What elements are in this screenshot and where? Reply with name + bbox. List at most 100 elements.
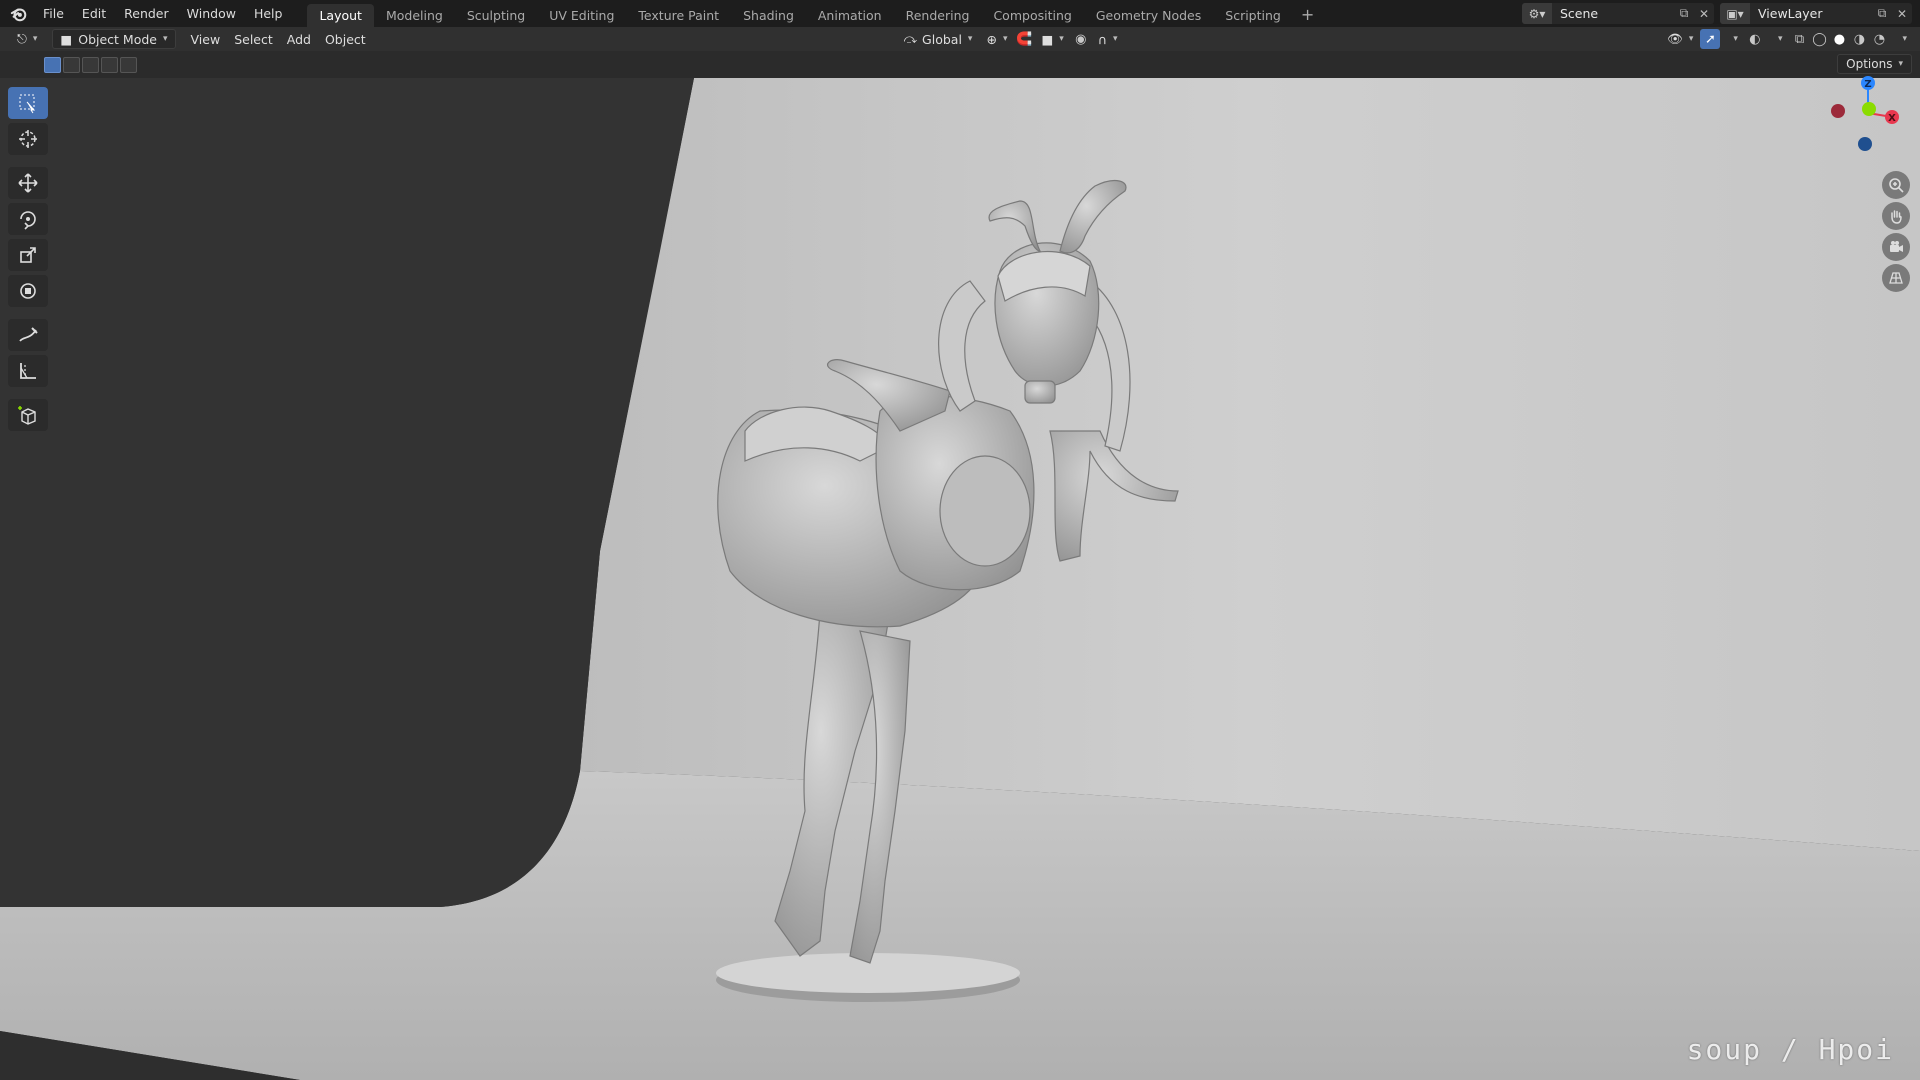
blender-logo-icon[interactable] [10, 5, 28, 23]
visibility-dropdown[interactable]: 👁 ▾ [1660, 29, 1700, 49]
menu-help[interactable]: Help [245, 4, 292, 23]
y-axis-handle[interactable] [1862, 102, 1876, 116]
select-mode-group [44, 57, 137, 73]
x-axis-label: X [1888, 113, 1896, 124]
scale-tool[interactable] [8, 239, 48, 271]
add-cube-icon [18, 406, 36, 425]
proportional-edit-icon[interactable]: ◉ [1071, 29, 1091, 49]
scene-icon[interactable]: ⚙▾ [1522, 3, 1552, 24]
measure-icon [20, 363, 36, 379]
snap-dropdown[interactable]: ■ ▾ [1034, 29, 1070, 49]
mode-dropdown[interactable]: ■ Object Mode ▾ [52, 29, 176, 49]
orientation-icon: ⤼ [903, 31, 918, 46]
navigation-gizmo[interactable]: Z X [1828, 71, 1908, 151]
overlay-dropdown[interactable]: ▾ [1765, 29, 1790, 49]
close-scene-icon[interactable]: ✕ [1694, 7, 1714, 21]
tab-texture-paint[interactable]: Texture Paint [626, 4, 731, 27]
menu-edit[interactable]: Edit [73, 4, 115, 23]
tab-scripting[interactable]: Scripting [1213, 4, 1293, 27]
select-box-tool[interactable] [8, 87, 48, 119]
scene-render[interactable] [0, 51, 1920, 1080]
object-menu[interactable]: Object [318, 29, 373, 49]
tab-animation[interactable]: Animation [806, 4, 894, 27]
menu-file[interactable]: File [34, 4, 73, 23]
3d-viewport[interactable]: Options ▾ Z X soup / Hpoi [0, 51, 1920, 1080]
grid-icon [1889, 272, 1903, 284]
select-extend-icon[interactable] [63, 57, 80, 73]
move-icon [18, 173, 38, 193]
overlay-toggle-icon[interactable]: ◐ [1745, 29, 1765, 49]
tab-sculpting[interactable]: Sculpting [455, 4, 537, 27]
zoom-icon [1889, 178, 1904, 193]
menu-render[interactable]: Render [115, 4, 178, 23]
editor-type-button[interactable]: ⎋ ▾ [10, 29, 44, 49]
camera-view-button[interactable] [1882, 233, 1910, 261]
copy-scene-icon[interactable]: ⧉ [1674, 6, 1694, 21]
options-label: Options [1846, 57, 1893, 71]
gizmo-toggle-icon[interactable]: ➚ [1700, 29, 1721, 49]
zoom-button[interactable] [1882, 171, 1910, 199]
neg-z-axis-handle[interactable] [1858, 137, 1872, 151]
select-invert-icon[interactable] [101, 57, 118, 73]
perspective-toggle-button[interactable] [1882, 264, 1910, 292]
orientation-label: Global [922, 31, 962, 47]
tab-rendering[interactable]: Rendering [894, 4, 982, 27]
material-shading-icon[interactable]: ◑ [1849, 29, 1869, 49]
tab-layout[interactable]: Layout [307, 4, 374, 27]
viewport-header: ⎋ ▾ ■ Object Mode ▾ View Select Add Object… [0, 27, 1920, 51]
measure-tool[interactable] [8, 355, 48, 387]
select-intersect-icon[interactable] [120, 57, 137, 73]
wireframe-shading-icon[interactable]: ◯ [1809, 29, 1829, 49]
pan-button[interactable] [1882, 202, 1910, 230]
xray-toggle-icon[interactable]: ⧉ [1789, 29, 1809, 49]
annotate-tool[interactable] [8, 319, 48, 351]
transform-icon [20, 283, 36, 299]
object-mode-icon: ■ [60, 31, 73, 47]
pivot-dropdown[interactable]: ⊕ ▾ [979, 29, 1014, 49]
scale-icon [20, 247, 36, 263]
scene-selector[interactable]: ⚙▾ Scene ⧉ ✕ [1522, 3, 1714, 24]
top-bar: File Edit Render Window Help Layout Mode… [0, 0, 1920, 27]
shading-dropdown[interactable]: ▾ [1889, 29, 1914, 49]
snap-toggle-icon[interactable]: 🧲 [1014, 29, 1034, 49]
tab-geometry-nodes[interactable]: Geometry Nodes [1084, 4, 1213, 27]
workspace-tabs: Layout Modeling Sculpting UV Editing Tex… [307, 0, 1322, 27]
view-layer-selector[interactable]: ▣▾ ViewLayer ⧉ ✕ [1720, 3, 1912, 24]
view-layer-icon[interactable]: ▣▾ [1720, 3, 1750, 24]
tab-uv-editing[interactable]: UV Editing [537, 4, 626, 27]
snap-target-icon: ■ [1041, 31, 1054, 47]
eye-icon: 👁 [1667, 31, 1683, 46]
tool-shelf [8, 87, 50, 431]
add-workspace-icon[interactable]: + [1293, 5, 1322, 24]
select-menu[interactable]: Select [227, 29, 280, 49]
mode-label: Object Mode [78, 31, 157, 47]
camera-icon [1890, 241, 1903, 252]
falloff-dropdown[interactable]: ∩ ▾ [1091, 29, 1125, 49]
neg-x-axis-handle[interactable] [1831, 104, 1845, 118]
solid-shading-icon[interactable]: ● [1829, 29, 1849, 49]
tab-shading[interactable]: Shading [731, 4, 806, 27]
copy-view-layer-icon[interactable]: ⧉ [1872, 6, 1892, 21]
close-view-layer-icon[interactable]: ✕ [1892, 7, 1912, 21]
gizmo-dropdown[interactable]: ▾ [1720, 29, 1745, 49]
select-new-icon[interactable] [44, 57, 61, 73]
rendered-shading-icon[interactable]: ◔ [1869, 29, 1889, 49]
move-tool[interactable] [8, 167, 48, 199]
menu-window[interactable]: Window [178, 4, 245, 23]
orientation-dropdown[interactable]: ⤼ Global ▾ [897, 29, 980, 49]
watermark-text: soup / Hpoi [1686, 1033, 1894, 1066]
hand-icon [1891, 210, 1902, 224]
view-menu[interactable]: View [184, 29, 228, 49]
rotate-tool[interactable] [8, 203, 48, 235]
tab-modeling[interactable]: Modeling [374, 4, 455, 27]
view-layer-name[interactable]: ViewLayer [1750, 6, 1872, 21]
scene-name[interactable]: Scene [1552, 6, 1674, 21]
add-menu[interactable]: Add [280, 29, 318, 49]
falloff-icon: ∩ [1097, 31, 1107, 47]
cursor-tool[interactable] [8, 123, 48, 155]
transform-tool[interactable] [8, 275, 48, 307]
add-cube-tool[interactable] [8, 399, 48, 431]
select-subtract-icon[interactable] [82, 57, 99, 73]
tab-compositing[interactable]: Compositing [981, 4, 1083, 27]
annotate-icon [19, 327, 38, 342]
